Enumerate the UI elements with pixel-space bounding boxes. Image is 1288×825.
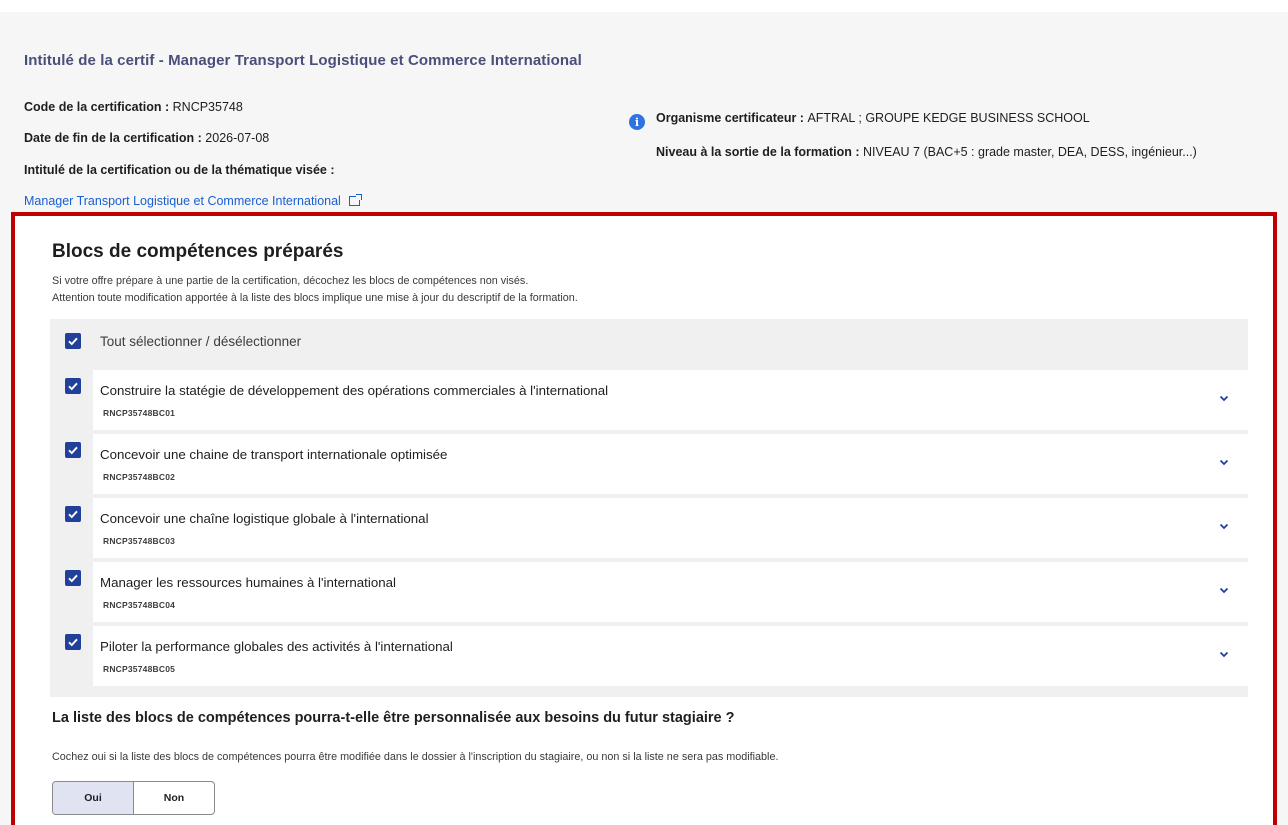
block-checkbox-cell xyxy=(50,626,93,686)
section-title: Blocs de compétences préparés xyxy=(52,241,344,262)
block-item[interactable]: Piloter la performance globales des acti… xyxy=(50,626,1248,686)
yes-no-toggle: Oui Non xyxy=(52,781,215,815)
certifier-org-label: Organisme certificateur : xyxy=(656,111,808,125)
block-code: RNCP35748BC05 xyxy=(103,664,176,674)
certification-title: Intitulé de la certif - Manager Transpor… xyxy=(24,52,582,69)
section-hint-1: Si votre offre prépare à une partie de l… xyxy=(52,275,529,287)
exit-level-value: NIVEAU 7 (BAC+5 : grade master, DEA, DES… xyxy=(863,145,1197,159)
select-all-checkbox[interactable] xyxy=(65,333,81,349)
block-code: RNCP35748BC01 xyxy=(103,408,176,418)
certification-link-text: Manager Transport Logistique et Commerce… xyxy=(24,194,341,208)
block-name: Piloter la performance globales des acti… xyxy=(100,639,453,654)
chevron-down-icon[interactable] xyxy=(1218,392,1230,404)
certification-info-panel: Intitulé de la certif - Manager Transpor… xyxy=(0,12,1288,212)
exit-level-row: Niveau à la sortie de la formation : NIV… xyxy=(656,145,1197,159)
external-link-icon xyxy=(348,194,362,206)
competence-blocks-section: Blocs de compétences préparés Si votre o… xyxy=(11,212,1277,825)
block-checkbox-cell xyxy=(50,498,93,558)
certification-end-date-value: 2026-07-08 xyxy=(205,131,270,145)
block-checkbox[interactable] xyxy=(65,570,81,586)
certification-code-row: Code de la certification : RNCP35748 xyxy=(24,100,243,114)
top-spacer xyxy=(0,0,1288,12)
checkbox-checked-icon xyxy=(68,446,78,455)
chevron-down-icon[interactable] xyxy=(1218,648,1230,660)
block-item[interactable]: Manager les ressources humaines à l'inte… xyxy=(50,562,1248,622)
block-card[interactable]: Concevoir une chaine de transport intern… xyxy=(93,434,1248,494)
certification-code-value: RNCP35748 xyxy=(172,100,243,114)
personalisation-hint: Cochez oui si la liste des blocs de comp… xyxy=(52,751,779,763)
page: Intitulé de la certif - Manager Transpor… xyxy=(0,0,1288,825)
chevron-down-icon[interactable] xyxy=(1218,584,1230,596)
block-checkbox-cell xyxy=(50,562,93,622)
block-code: RNCP35748BC02 xyxy=(103,472,176,482)
yes-option[interactable]: Oui xyxy=(53,782,134,814)
certification-theme-label: Intitulé de la certification ou de la th… xyxy=(24,163,335,177)
block-name: Concevoir une chaîne logistique globale … xyxy=(100,511,429,526)
blocks-list: Tout sélectionner / désélectionner Const… xyxy=(50,319,1248,697)
block-card[interactable]: Piloter la performance globales des acti… xyxy=(93,626,1248,686)
certifier-org-row: Organisme certificateur : AFTRAL ; GROUP… xyxy=(656,111,1090,125)
certification-link[interactable]: Manager Transport Logistique et Commerce… xyxy=(24,194,362,208)
certification-end-date-row: Date de fin de la certification : 2026-0… xyxy=(24,131,269,145)
block-checkbox[interactable] xyxy=(65,378,81,394)
select-all-row[interactable]: Tout sélectionner / désélectionner xyxy=(50,319,1248,363)
block-checkbox[interactable] xyxy=(65,506,81,522)
section-hint-2: Attention toute modification apportée à … xyxy=(52,292,578,304)
block-name: Concevoir une chaine de transport intern… xyxy=(100,447,448,462)
block-name: Manager les ressources humaines à l'inte… xyxy=(100,575,396,590)
certification-theme-row: Intitulé de la certification ou de la th… xyxy=(24,163,335,177)
block-checkbox-cell xyxy=(50,370,93,430)
certifier-org-value: AFTRAL ; GROUPE KEDGE BUSINESS SCHOOL xyxy=(807,111,1090,125)
block-card[interactable]: Manager les ressources humaines à l'inte… xyxy=(93,562,1248,622)
select-all-label: Tout sélectionner / désélectionner xyxy=(100,334,302,349)
exit-level-label: Niveau à la sortie de la formation : xyxy=(656,145,864,159)
block-checkbox[interactable] xyxy=(65,442,81,458)
certification-end-date-label: Date de fin de la certification : xyxy=(24,131,206,145)
block-checkbox-cell xyxy=(50,434,93,494)
checkbox-checked-icon xyxy=(68,574,78,583)
checkbox-checked-icon xyxy=(68,510,78,519)
block-item[interactable]: Construire la statégie de développement … xyxy=(50,370,1248,430)
block-card[interactable]: Construire la statégie de développement … xyxy=(93,370,1248,430)
certification-code-label: Code de la certification : xyxy=(24,100,173,114)
block-card[interactable]: Concevoir une chaîne logistique globale … xyxy=(93,498,1248,558)
block-checkbox[interactable] xyxy=(65,634,81,650)
personalisation-question: La liste des blocs de compétences pourra… xyxy=(52,710,735,726)
block-item[interactable]: Concevoir une chaine de transport intern… xyxy=(50,434,1248,494)
block-code: RNCP35748BC04 xyxy=(103,600,176,610)
checkbox-checked-icon xyxy=(68,638,78,647)
checkbox-checked-icon xyxy=(68,382,78,391)
checkbox-checked-icon xyxy=(68,337,78,346)
block-name: Construire la statégie de développement … xyxy=(100,383,609,398)
chevron-down-icon[interactable] xyxy=(1218,456,1230,468)
info-icon: i xyxy=(629,114,645,130)
block-code: RNCP35748BC03 xyxy=(103,536,176,546)
no-option[interactable]: Non xyxy=(134,782,214,814)
chevron-down-icon[interactable] xyxy=(1218,520,1230,532)
block-item[interactable]: Concevoir une chaîne logistique globale … xyxy=(50,498,1248,558)
